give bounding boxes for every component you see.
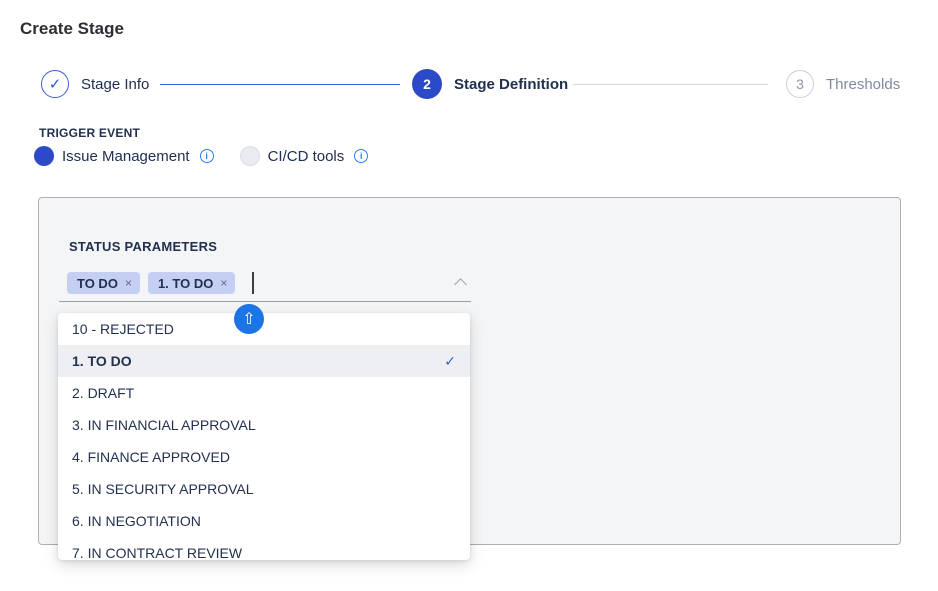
info-icon[interactable]: i bbox=[354, 149, 368, 163]
dropdown-option-1-to-do[interactable]: 1. TO DO ✓ bbox=[58, 345, 470, 377]
stepper-step-thresholds[interactable]: 3 Thresholds bbox=[786, 70, 900, 98]
radio-issue-management[interactable]: Issue Management i bbox=[34, 146, 214, 166]
status-parameters-multiselect[interactable]: TO DO × 1. TO DO × bbox=[59, 272, 471, 302]
status-parameters-dropdown: 10 - REJECTED 1. TO DO ✓ 2. DRAFT 3. IN … bbox=[58, 313, 470, 560]
dropdown-option-3-in-financial-approval[interactable]: 3. IN FINANCIAL APPROVAL bbox=[58, 409, 470, 441]
step-number-badge: 3 bbox=[786, 70, 814, 98]
step-complete-check-icon: ✓ bbox=[41, 70, 69, 98]
stepper-step-stage-definition[interactable]: 2 Stage Definition bbox=[412, 69, 568, 99]
option-label: 10 - REJECTED bbox=[72, 321, 174, 337]
dropdown-option-5-in-security-approval[interactable]: 5. IN SECURITY APPROVAL bbox=[58, 473, 470, 505]
create-stage-screen: Create Stage ✓ Stage Info 2 Stage Defini… bbox=[0, 0, 938, 591]
trigger-event-label: TRIGGER EVENT bbox=[39, 126, 140, 140]
option-label: 1. TO DO bbox=[72, 353, 132, 369]
radio-cicd-tools[interactable]: CI/CD tools i bbox=[240, 146, 369, 166]
selected-tags: TO DO × 1. TO DO × bbox=[59, 272, 254, 294]
step-label: Stage Definition bbox=[454, 76, 568, 93]
tag-to-do[interactable]: TO DO × bbox=[67, 272, 140, 294]
dropdown-option-10-rejected[interactable]: 10 - REJECTED bbox=[58, 313, 470, 345]
selected-check-icon: ✓ bbox=[444, 353, 456, 370]
page-title: Create Stage bbox=[20, 19, 124, 39]
step-number: 2 bbox=[423, 76, 431, 92]
step-label: Thresholds bbox=[826, 76, 900, 93]
tag-1-to-do[interactable]: 1. TO DO × bbox=[148, 272, 235, 294]
step-number: 3 bbox=[796, 76, 804, 92]
radio-label: Issue Management bbox=[62, 148, 190, 165]
tag-label: TO DO bbox=[77, 276, 118, 291]
dropdown-option-6-in-negotiation[interactable]: 6. IN NEGOTIATION bbox=[58, 505, 470, 537]
dropdown-option-2-draft[interactable]: 2. DRAFT bbox=[58, 377, 470, 409]
step-label: Stage Info bbox=[81, 76, 149, 93]
stepper-step-stage-info[interactable]: ✓ Stage Info bbox=[41, 70, 149, 98]
dropdown-option-4-finance-approved[interactable]: 4. FINANCE APPROVED bbox=[58, 441, 470, 473]
info-glyph: i bbox=[360, 151, 363, 161]
option-label: 7. IN CONTRACT REVIEW bbox=[72, 545, 242, 560]
info-icon[interactable]: i bbox=[200, 149, 214, 163]
tag-remove-icon[interactable]: × bbox=[125, 276, 132, 290]
trigger-event-radio-group: Issue Management i CI/CD tools i bbox=[34, 146, 368, 166]
check-glyph: ✓ bbox=[49, 75, 62, 93]
stepper-connector-1 bbox=[160, 84, 400, 85]
radio-selected-icon[interactable] bbox=[34, 146, 54, 166]
pointer-arrow-icon: ⇧ bbox=[242, 309, 255, 329]
stepper-connector-2 bbox=[573, 84, 768, 85]
chevron-up-icon[interactable] bbox=[454, 278, 467, 291]
option-label: 2. DRAFT bbox=[72, 385, 134, 401]
radio-label: CI/CD tools bbox=[268, 148, 345, 165]
dropdown-option-7-in-contract-review[interactable]: 7. IN CONTRACT REVIEW bbox=[58, 537, 470, 560]
info-glyph: i bbox=[205, 151, 208, 161]
radio-unselected-icon[interactable] bbox=[240, 146, 260, 166]
tag-label: 1. TO DO bbox=[158, 276, 213, 291]
tag-remove-icon[interactable]: × bbox=[220, 276, 227, 290]
cursor-pointer-badge: ⇧ bbox=[234, 304, 264, 334]
option-label: 5. IN SECURITY APPROVAL bbox=[72, 481, 254, 497]
step-number-badge: 2 bbox=[412, 69, 442, 99]
status-parameters-label: STATUS PARAMETERS bbox=[69, 239, 217, 254]
option-label: 4. FINANCE APPROVED bbox=[72, 449, 230, 465]
text-cursor bbox=[252, 272, 254, 294]
option-label: 3. IN FINANCIAL APPROVAL bbox=[72, 417, 256, 433]
option-label: 6. IN NEGOTIATION bbox=[72, 513, 201, 529]
